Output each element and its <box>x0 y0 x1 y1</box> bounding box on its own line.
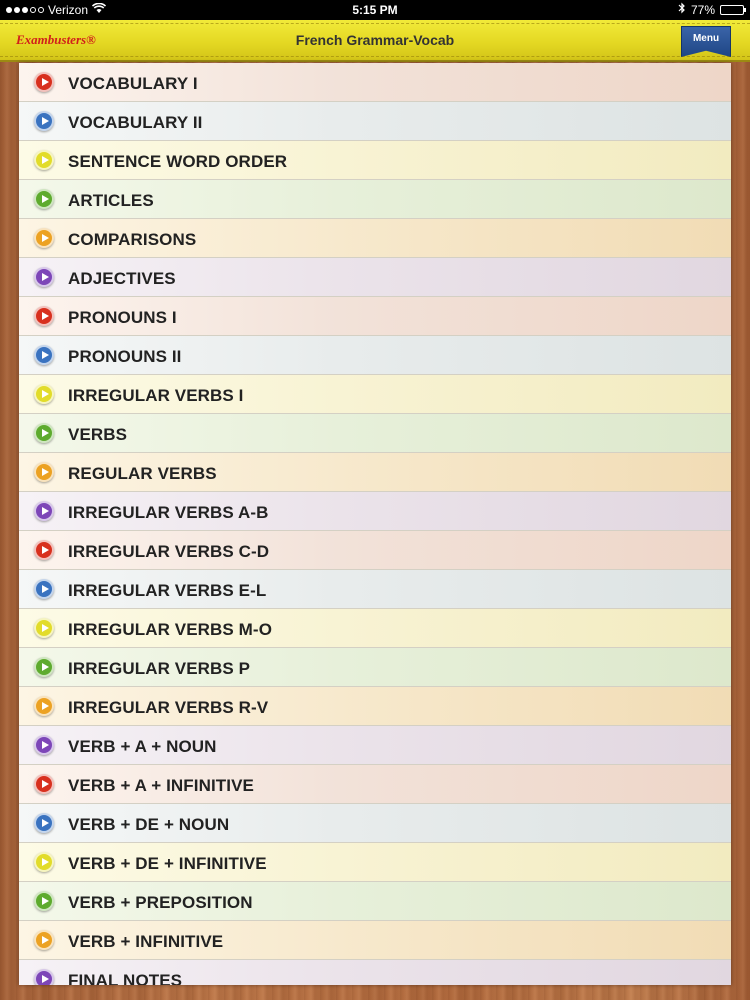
list-item[interactable]: IRREGULAR VERBS M-O <box>19 609 731 648</box>
list-item[interactable]: IRREGULAR VERBS A-B <box>19 492 731 531</box>
play-icon <box>34 852 54 872</box>
play-icon <box>34 306 54 326</box>
list-item[interactable]: VERB + DE + NOUN <box>19 804 731 843</box>
list-item[interactable]: COMPARISONS <box>19 219 731 258</box>
list-item-label: VERB + A + INFINITIVE <box>68 776 254 795</box>
bluetooth-icon <box>678 0 686 20</box>
list-item[interactable]: IRREGULAR VERBS P <box>19 648 731 687</box>
play-icon <box>34 813 54 833</box>
play-icon <box>34 696 54 716</box>
list-item[interactable]: VERB + PREPOSITION <box>19 882 731 921</box>
list-item-label: IRREGULAR VERBS P <box>68 659 251 678</box>
list-item[interactable]: IRREGULAR VERBS C-D <box>19 531 731 570</box>
list-item[interactable]: REGULAR VERBS <box>19 453 731 492</box>
list-item-label: VERB + DE + NOUN <box>68 815 230 834</box>
list-item-label: PRONOUNS II <box>68 347 182 366</box>
list-item[interactable]: IRREGULAR VERBS R-V <box>19 687 731 726</box>
battery-icon <box>720 5 746 15</box>
app-header: Exambusters® French Grammar-Vocab <box>0 20 750 62</box>
play-icon <box>34 72 54 92</box>
list-item[interactable]: VERB + INFINITIVE <box>19 921 731 960</box>
list-item[interactable]: VOCABULARY II <box>19 102 731 141</box>
play-icon <box>34 930 54 950</box>
list-item[interactable]: ADJECTIVES <box>19 258 731 297</box>
list-item[interactable]: VERBS <box>19 414 731 453</box>
list-item-label: VOCABULARY II <box>68 113 203 132</box>
list-item[interactable]: VOCABULARY I <box>19 63 731 102</box>
play-icon <box>34 618 54 638</box>
list-item-label: ADJECTIVES <box>68 269 176 288</box>
status-right: 77% <box>678 0 746 20</box>
list-item-label: IRREGULAR VERBS I <box>68 386 244 405</box>
play-icon <box>34 579 54 599</box>
play-icon <box>34 111 54 131</box>
list-item-label: VERB + INFINITIVE <box>68 932 224 951</box>
list-item-label: VERB + A + NOUN <box>68 737 217 756</box>
play-icon <box>34 735 54 755</box>
list-item[interactable]: PRONOUNS I <box>19 297 731 336</box>
play-icon <box>34 891 54 911</box>
list-item-label: ARTICLES <box>68 191 154 210</box>
list-item-label: REGULAR VERBS <box>68 464 217 483</box>
play-icon <box>34 657 54 677</box>
list-item-label: FINAL NOTES <box>68 971 183 985</box>
play-icon <box>34 189 54 209</box>
play-icon <box>34 150 54 170</box>
play-icon <box>34 462 54 482</box>
list-item-label: VERB + PREPOSITION <box>68 893 253 912</box>
list-item-label: VOCABULARY I <box>68 74 198 93</box>
play-icon <box>34 774 54 794</box>
play-icon <box>34 969 54 985</box>
list-item-label: VERB + DE + INFINITIVE <box>68 854 267 873</box>
play-icon <box>34 345 54 365</box>
list-item-label: IRREGULAR VERBS R-V <box>68 698 269 717</box>
status-bar: Verizon 5:15 PM 77% <box>0 0 750 20</box>
list-item[interactable]: PRONOUNS II <box>19 336 731 375</box>
list-item-label: IRREGULAR VERBS E-L <box>68 581 267 600</box>
list-item-label: IRREGULAR VERBS C-D <box>68 542 270 561</box>
page-title: French Grammar-Vocab <box>295 32 455 48</box>
list-item[interactable]: IRREGULAR VERBS E-L <box>19 570 731 609</box>
list-item-label: COMPARISONS <box>68 230 197 249</box>
play-icon <box>34 267 54 287</box>
play-icon <box>34 384 54 404</box>
list-item-label: IRREGULAR VERBS A-B <box>68 503 269 522</box>
play-icon <box>34 423 54 443</box>
list-item[interactable]: SENTENCE WORD ORDER <box>19 141 731 180</box>
play-icon <box>34 540 54 560</box>
list-item-label: VERBS <box>68 425 128 444</box>
list-item[interactable]: ARTICLES <box>19 180 731 219</box>
status-time: 5:15 PM <box>352 3 398 17</box>
topic-list: VOCABULARY I VOCABULARY II SENTENCE WORD O… <box>19 63 731 985</box>
list-item[interactable]: IRREGULAR VERBS I <box>19 375 731 414</box>
play-icon <box>34 501 54 521</box>
list-item[interactable]: VERB + DE + INFINITIVE <box>19 843 731 882</box>
list-item[interactable]: VERB + A + INFINITIVE <box>19 765 731 804</box>
battery-percent: 77% <box>690 3 715 17</box>
list-item-label: IRREGULAR VERBS M-O <box>68 620 273 639</box>
list-item[interactable]: VERB + A + NOUN <box>19 726 731 765</box>
list-item-label: SENTENCE WORD ORDER <box>68 152 288 171</box>
list-item[interactable]: FINAL NOTES <box>19 960 731 985</box>
list-item-label: PRONOUNS I <box>68 308 177 327</box>
play-icon <box>34 228 54 248</box>
